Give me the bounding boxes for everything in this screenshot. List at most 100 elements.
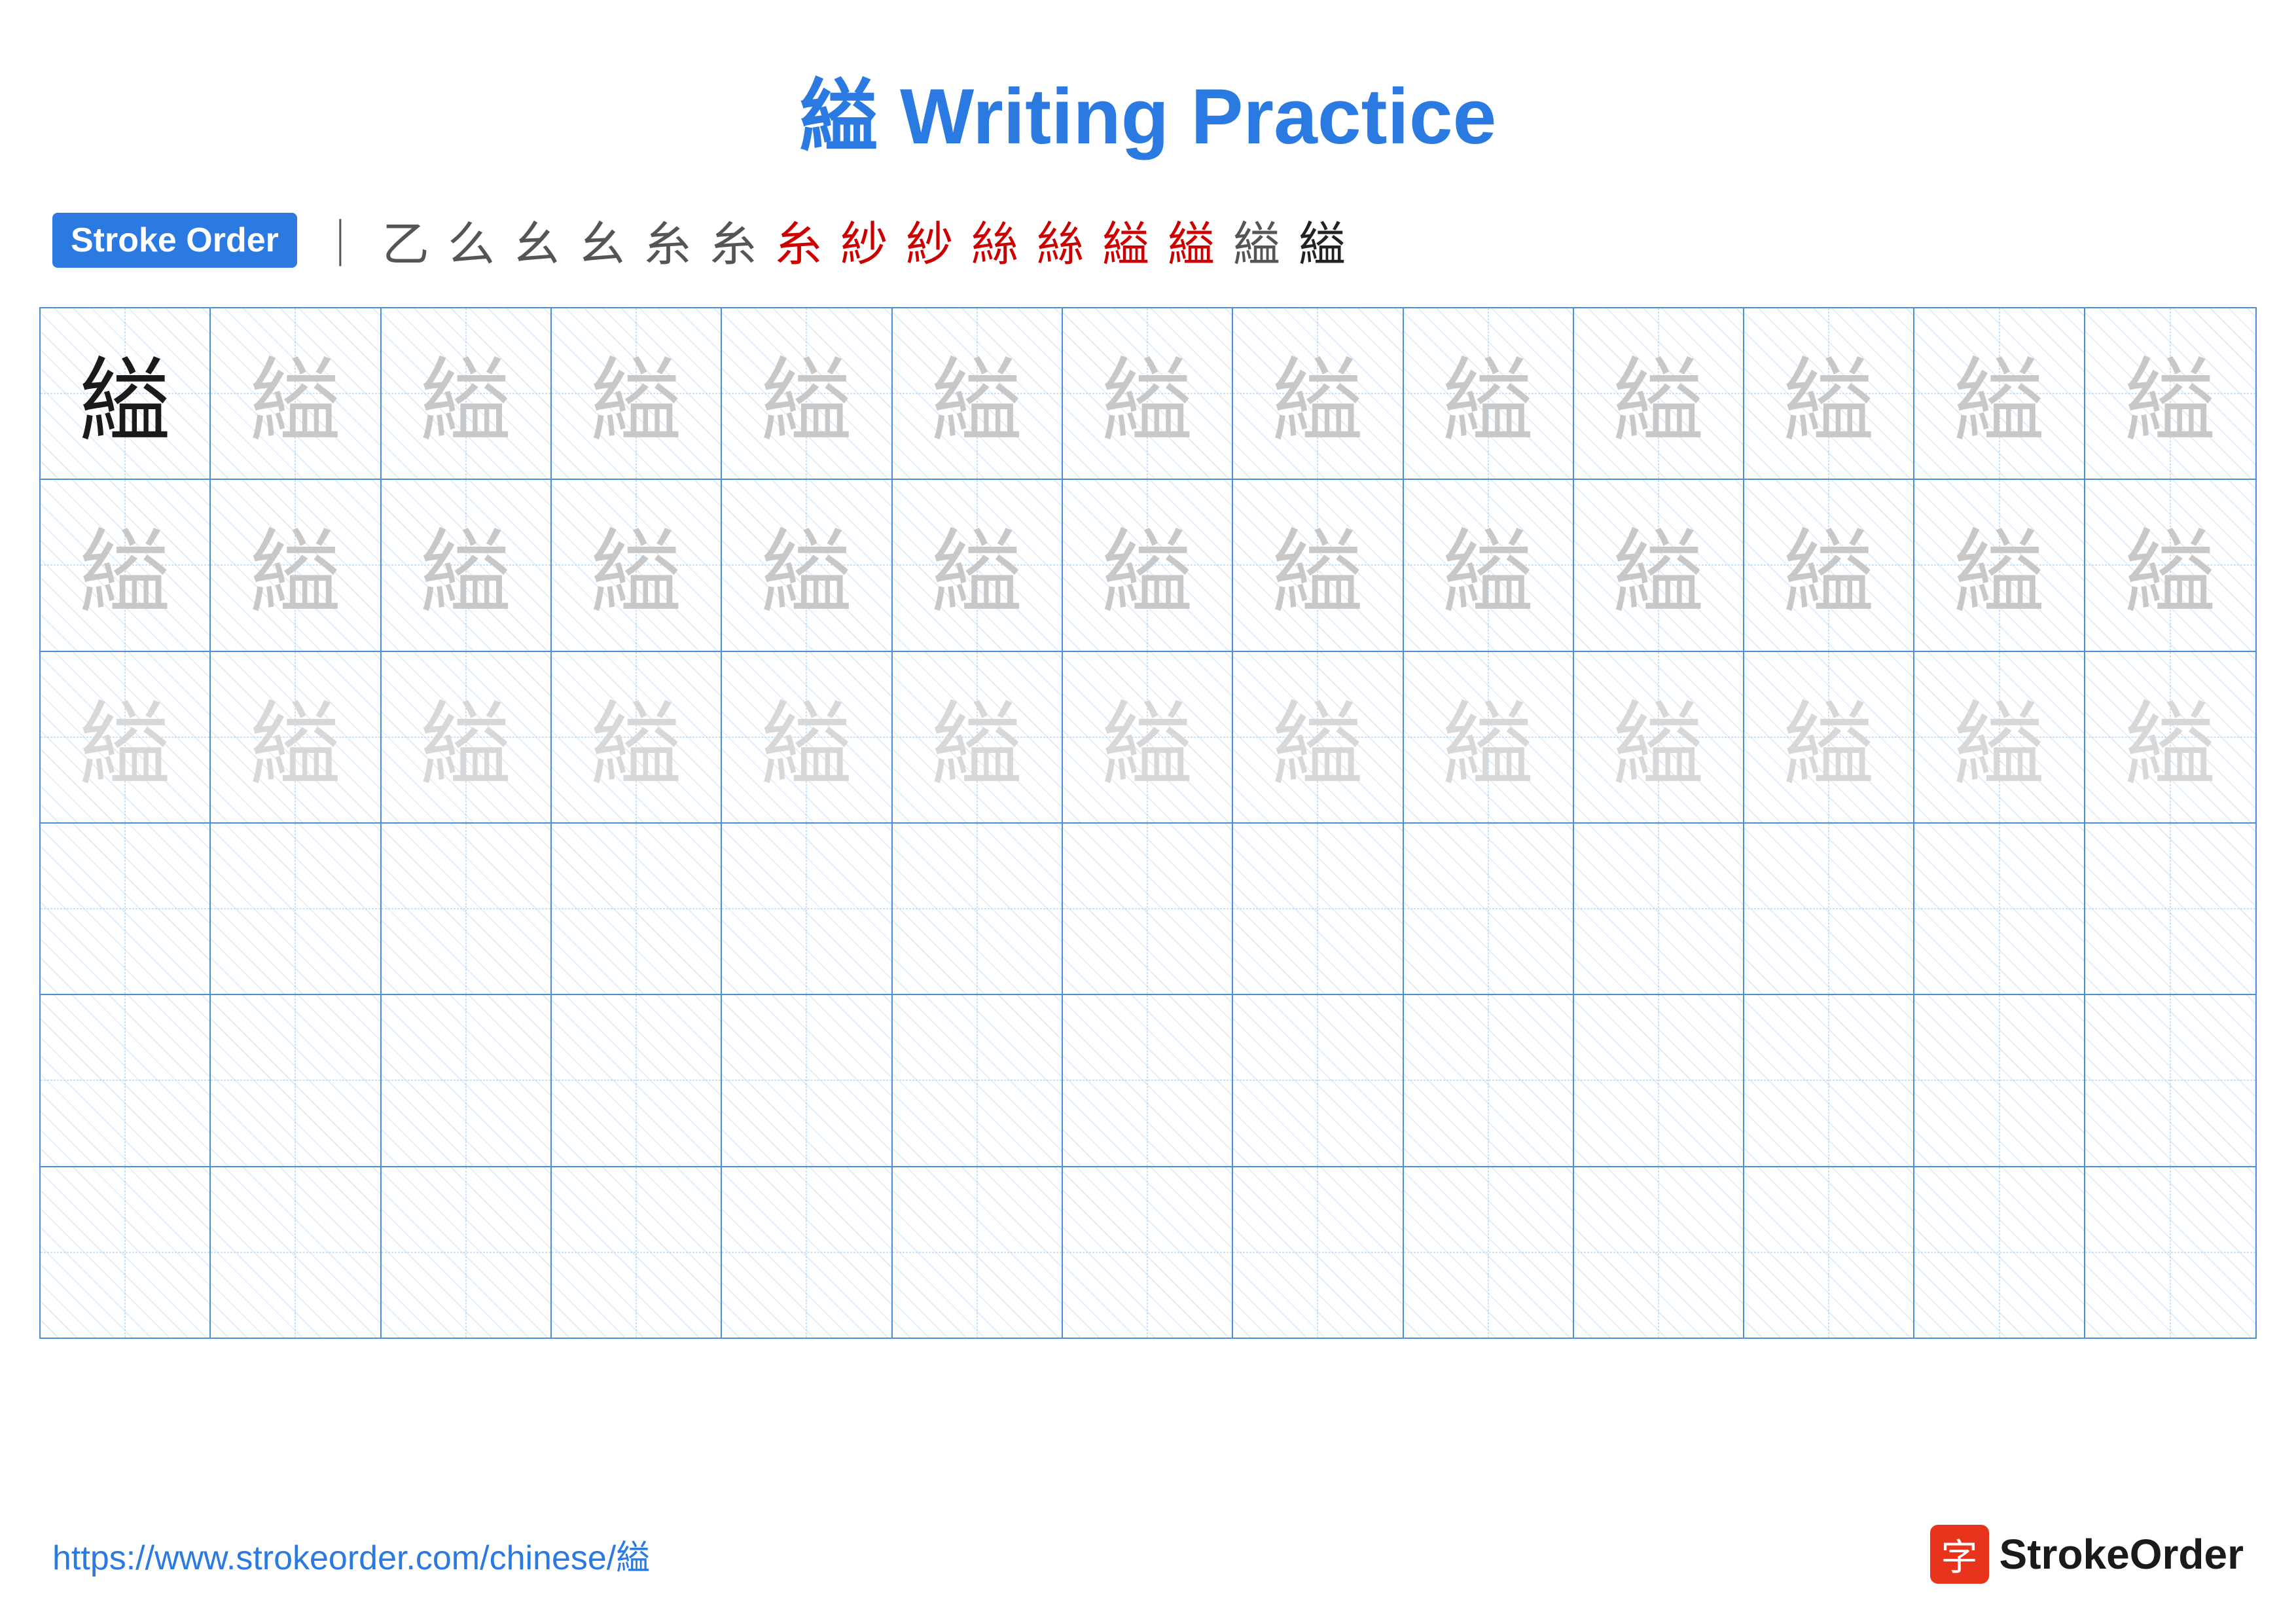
grid-cell[interactable]	[211, 1167, 381, 1338]
grid-cell[interactable]	[1233, 824, 1403, 994]
footer-logo: 字 StrokeOrder	[1930, 1525, 2244, 1584]
grid-cell[interactable]	[1404, 1167, 1574, 1338]
grid-cell[interactable]: 縊	[41, 480, 211, 650]
grid-cell[interactable]: 縊	[1404, 308, 1574, 479]
grid-cell[interactable]	[1233, 1167, 1403, 1338]
grid-cell[interactable]: 縊	[382, 652, 552, 822]
grid-cell[interactable]	[1914, 824, 2085, 994]
grid-cell[interactable]	[722, 995, 892, 1165]
stroke-step-5: 幺	[579, 206, 626, 274]
grid-cell[interactable]	[893, 995, 1063, 1165]
grid-cell[interactable]: 縊	[893, 652, 1063, 822]
grid-cell[interactable]: 縊	[1914, 480, 2085, 650]
grid-cell[interactable]: 縊	[41, 308, 211, 479]
grid-cell[interactable]: 縊	[211, 308, 381, 479]
grid-cell[interactable]	[1574, 824, 1744, 994]
grid-cell[interactable]	[1744, 995, 1914, 1165]
character-light: 縊	[1272, 327, 1363, 460]
character-light: 縊	[249, 499, 341, 631]
grid-cell[interactable]: 縊	[722, 308, 892, 479]
grid-cell[interactable]	[893, 1167, 1063, 1338]
character-light: 縊	[2125, 327, 2216, 460]
grid-cell[interactable]: 縊	[1063, 652, 1233, 822]
grid-cell[interactable]: 縊	[2085, 480, 2255, 650]
grid-cell[interactable]: 縊	[552, 480, 722, 650]
character-light: 縊	[1102, 499, 1193, 631]
grid-cell[interactable]	[2085, 1167, 2255, 1338]
character-lighter: 縊	[79, 671, 171, 803]
grid-cell[interactable]	[211, 824, 381, 994]
grid-cell[interactable]: 縊	[1744, 480, 1914, 650]
stroke-step-14: 縊	[1168, 206, 1215, 274]
grid-cell[interactable]	[2085, 824, 2255, 994]
grid-cell[interactable]	[1744, 1167, 1914, 1338]
character-light: 縊	[1443, 327, 1534, 460]
grid-cell[interactable]	[1063, 995, 1233, 1165]
grid-cell[interactable]: 縊	[1574, 308, 1744, 479]
grid-cell[interactable]	[1914, 1167, 2085, 1338]
grid-cell[interactable]	[2085, 995, 2255, 1165]
grid-cell[interactable]	[1233, 995, 1403, 1165]
grid-cell[interactable]	[552, 995, 722, 1165]
grid-cell[interactable]	[1744, 824, 1914, 994]
footer-url: https://www.strokeorder.com/chinese/縊	[52, 1530, 650, 1579]
grid-cell[interactable]	[41, 824, 211, 994]
character-light: 縊	[1443, 499, 1534, 631]
grid-cell[interactable]: 縊	[1744, 308, 1914, 479]
grid-cell[interactable]	[211, 995, 381, 1165]
character-light: 縊	[420, 327, 512, 460]
grid-cell[interactable]	[382, 824, 552, 994]
grid-cell[interactable]: 縊	[382, 308, 552, 479]
grid-cell[interactable]	[1404, 995, 1574, 1165]
grid-cell[interactable]: 縊	[893, 308, 1063, 479]
grid-cell[interactable]: 縊	[1404, 652, 1574, 822]
grid-cell[interactable]: 縊	[1574, 652, 1744, 822]
character-lighter: 縊	[420, 671, 512, 803]
grid-row-2: 縊 縊 縊 縊 縊 縊 縊 縊 縊 縊 縊 縊 縊	[41, 480, 2255, 651]
grid-cell[interactable]: 縊	[1574, 480, 1744, 650]
grid-cell[interactable]	[893, 824, 1063, 994]
grid-cell[interactable]: 縊	[552, 652, 722, 822]
grid-cell[interactable]	[722, 1167, 892, 1338]
grid-cell[interactable]	[382, 1167, 552, 1338]
grid-cell[interactable]: 縊	[1914, 652, 2085, 822]
grid-cell[interactable]: 縊	[722, 480, 892, 650]
grid-cell[interactable]	[722, 824, 892, 994]
character-lighter: 縊	[1272, 671, 1363, 803]
grid-cell[interactable]	[1063, 1167, 1233, 1338]
character-light: 縊	[1954, 499, 2045, 631]
grid-cell[interactable]: 縊	[1404, 480, 1574, 650]
grid-cell[interactable]: 縊	[552, 308, 722, 479]
grid-cell[interactable]: 縊	[211, 652, 381, 822]
stroke-step-3: 么	[448, 206, 495, 274]
grid-cell[interactable]: 縊	[2085, 308, 2255, 479]
grid-cell[interactable]: 縊	[1233, 308, 1403, 479]
grid-cell[interactable]: 縊	[41, 652, 211, 822]
grid-cell[interactable]: 縊	[893, 480, 1063, 650]
character-lighter: 縊	[1954, 671, 2045, 803]
character-lighter: 縊	[1613, 671, 1704, 803]
character-lighter: 縊	[590, 671, 682, 803]
grid-cell[interactable]	[552, 824, 722, 994]
grid-cell[interactable]	[1574, 1167, 1744, 1338]
grid-cell[interactable]	[1063, 824, 1233, 994]
grid-cell[interactable]	[41, 995, 211, 1165]
grid-cell[interactable]: 縊	[382, 480, 552, 650]
grid-cell[interactable]: 縊	[722, 652, 892, 822]
grid-cell[interactable]	[552, 1167, 722, 1338]
grid-cell[interactable]: 縊	[2085, 652, 2255, 822]
grid-cell[interactable]	[1404, 824, 1574, 994]
grid-cell[interactable]: 縊	[1914, 308, 2085, 479]
grid-cell[interactable]: 縊	[1233, 652, 1403, 822]
grid-cell[interactable]: 縊	[1744, 652, 1914, 822]
grid-cell[interactable]: 縊	[211, 480, 381, 650]
grid-cell[interactable]	[1574, 995, 1744, 1165]
grid-cell[interactable]: 縊	[1233, 480, 1403, 650]
grid-cell[interactable]	[41, 1167, 211, 1338]
character-light: 縊	[2125, 499, 2216, 631]
grid-row-1: 縊 縊 縊 縊 縊 縊 縊 縊 縊 縊 縊 縊 縊	[41, 308, 2255, 480]
grid-cell[interactable]	[382, 995, 552, 1165]
grid-cell[interactable]: 縊	[1063, 308, 1233, 479]
grid-cell[interactable]: 縊	[1063, 480, 1233, 650]
grid-cell[interactable]	[1914, 995, 2085, 1165]
